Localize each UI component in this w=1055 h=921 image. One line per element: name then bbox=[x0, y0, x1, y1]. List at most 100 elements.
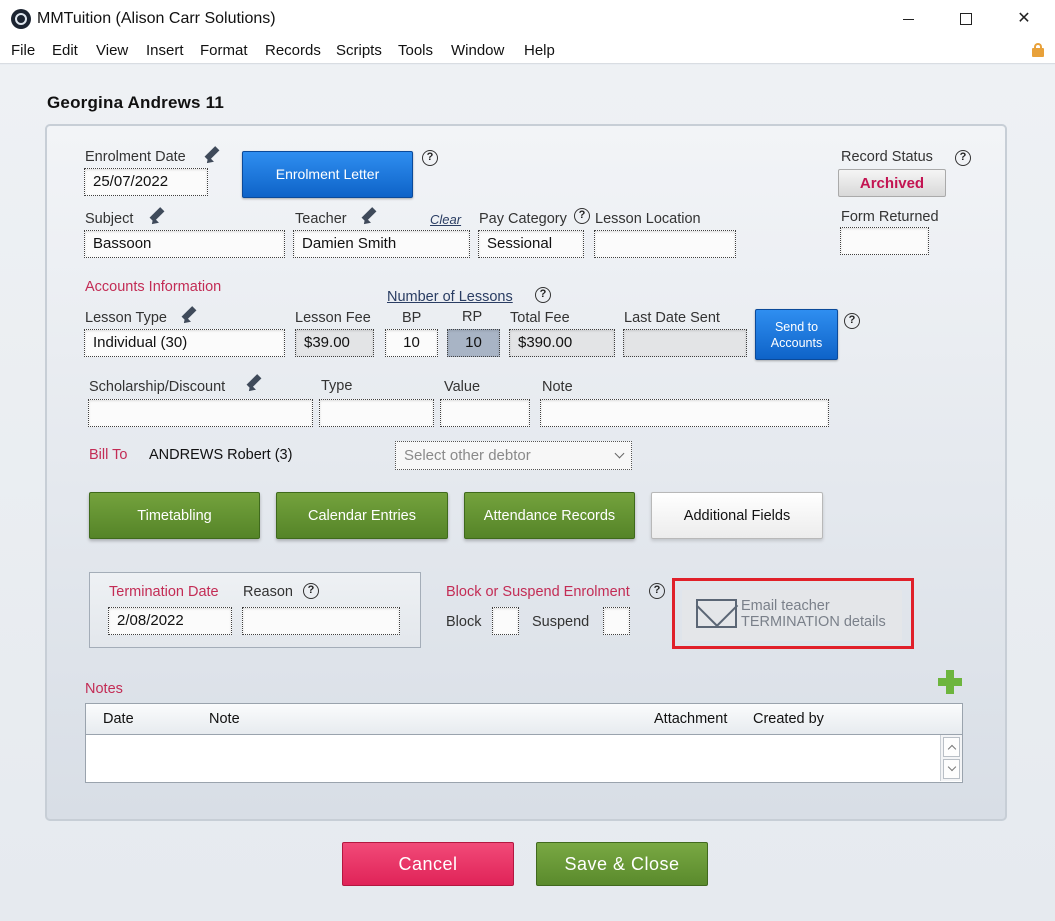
block-label: Block bbox=[446, 614, 482, 630]
scholarship-label: Scholarship/Discount bbox=[89, 379, 226, 395]
menu-scripts[interactable]: Scripts bbox=[336, 42, 382, 59]
minimize-icon bbox=[902, 19, 914, 20]
block-suspend-label: Block or Suspend Enrolment bbox=[446, 584, 630, 600]
help-icon[interactable]: ? bbox=[844, 313, 860, 329]
chevron-down-icon bbox=[614, 448, 625, 459]
bill-to-label: Bill To bbox=[89, 447, 128, 463]
column-header-created-by[interactable]: Created by bbox=[753, 711, 824, 727]
clear-teacher-link[interactable]: Clear bbox=[430, 212, 461, 227]
column-header-note[interactable]: Note bbox=[209, 711, 240, 727]
bp-field[interactable]: 10 bbox=[385, 329, 438, 357]
menu-window[interactable]: Window bbox=[451, 42, 504, 59]
menu-view[interactable]: View bbox=[96, 42, 128, 59]
lesson-type-label: Lesson Type bbox=[85, 310, 167, 326]
app-logo-icon bbox=[11, 9, 31, 29]
scholarship-type-label: Type bbox=[321, 378, 353, 394]
help-icon[interactable]: ? bbox=[649, 583, 665, 599]
help-icon[interactable]: ? bbox=[303, 583, 319, 599]
other-debtor-select[interactable]: Select other debtor bbox=[395, 441, 632, 470]
help-icon[interactable]: ? bbox=[535, 287, 551, 303]
number-of-lessons-label: Number of Lessons bbox=[387, 289, 513, 305]
lesson-location-label: Lesson Location bbox=[595, 211, 701, 227]
attendance-records-button[interactable]: Attendance Records bbox=[464, 492, 635, 539]
last-date-sent-field bbox=[623, 329, 747, 357]
record-status-label: Record Status bbox=[841, 149, 933, 165]
termination-reason-field[interactable] bbox=[242, 607, 400, 635]
scroll-up-icon[interactable] bbox=[943, 737, 960, 757]
pencil-icon[interactable] bbox=[148, 206, 168, 227]
menu-insert[interactable]: Insert bbox=[146, 42, 184, 59]
form-returned-field[interactable] bbox=[840, 227, 929, 255]
minimize-button[interactable] bbox=[885, 4, 931, 34]
last-date-sent-label: Last Date Sent bbox=[624, 310, 720, 326]
termination-reason-label: Reason bbox=[243, 584, 293, 600]
teacher-field[interactable]: Damien Smith bbox=[293, 230, 470, 258]
maximize-button[interactable] bbox=[943, 4, 989, 34]
pay-category-label: Pay Category bbox=[479, 211, 567, 227]
enrolment-date-label: Enrolment Date bbox=[85, 149, 186, 165]
pay-category-field[interactable]: Sessional bbox=[478, 230, 584, 258]
scholarship-value-label: Value bbox=[444, 379, 481, 395]
subject-field[interactable]: Bassoon bbox=[84, 230, 285, 258]
accounts-section-label: Accounts Information bbox=[85, 279, 222, 295]
bp-label: BP bbox=[402, 310, 422, 326]
scholarship-field[interactable] bbox=[88, 399, 313, 427]
title-bar: MMTuition (Alison Carr Solutions) ✕ bbox=[0, 0, 1055, 38]
menu-help[interactable]: Help bbox=[524, 42, 555, 59]
total-fee-label: Total Fee bbox=[510, 310, 570, 326]
teacher-label: Teacher bbox=[295, 211, 347, 227]
bill-to-value: ANDREWS Robert (3) bbox=[149, 447, 293, 463]
save-close-button[interactable]: Save & Close bbox=[536, 842, 708, 886]
menu-records[interactable]: Records bbox=[265, 42, 321, 59]
column-header-date[interactable]: Date bbox=[103, 711, 134, 727]
menu-edit[interactable]: Edit bbox=[52, 42, 78, 59]
add-note-plus-icon[interactable] bbox=[938, 670, 962, 694]
form-returned-label: Form Returned bbox=[841, 209, 939, 225]
other-debtor-placeholder: Select other debtor bbox=[404, 447, 531, 464]
notes-label: Notes bbox=[85, 681, 123, 697]
subject-label: Subject bbox=[85, 211, 134, 227]
close-window-button[interactable]: ✕ bbox=[1001, 4, 1047, 34]
lesson-type-field[interactable]: Individual (30) bbox=[84, 329, 285, 357]
lock-icon bbox=[1032, 43, 1044, 57]
timetabling-button[interactable]: Timetabling bbox=[89, 492, 260, 539]
menu-file[interactable]: File bbox=[11, 42, 35, 59]
send-to-accounts-button[interactable]: Send to Accounts bbox=[755, 309, 838, 360]
suspend-checkbox[interactable] bbox=[603, 607, 630, 635]
help-icon[interactable]: ? bbox=[422, 150, 438, 166]
scholarship-value-field[interactable] bbox=[440, 399, 530, 427]
cancel-button[interactable]: Cancel bbox=[342, 842, 514, 886]
pencil-icon[interactable] bbox=[203, 145, 223, 166]
pencil-icon[interactable] bbox=[180, 305, 200, 326]
scroll-down-icon[interactable] bbox=[943, 759, 960, 779]
enrolment-date-field[interactable]: 25/07/2022 bbox=[84, 168, 208, 196]
enrolment-letter-button[interactable]: Enrolment Letter bbox=[242, 151, 413, 198]
maximize-icon bbox=[960, 13, 972, 25]
calendar-entries-button[interactable]: Calendar Entries bbox=[276, 492, 448, 539]
scholarship-note-field[interactable] bbox=[540, 399, 829, 427]
termination-date-field[interactable]: 2/08/2022 bbox=[108, 607, 232, 635]
menu-tools[interactable]: Tools bbox=[398, 42, 433, 59]
highlight-box bbox=[672, 578, 914, 649]
record-title: Georgina Andrews 11 bbox=[47, 93, 225, 112]
total-fee-field: $390.00 bbox=[509, 329, 615, 357]
notes-scrollbar[interactable] bbox=[940, 735, 962, 781]
column-header-attachment[interactable]: Attachment bbox=[654, 711, 727, 727]
pencil-icon[interactable] bbox=[360, 206, 380, 227]
additional-fields-button[interactable]: Additional Fields bbox=[651, 492, 823, 539]
help-icon[interactable]: ? bbox=[574, 208, 590, 224]
notes-table: Date Note Attachment Created by bbox=[85, 703, 963, 783]
lesson-location-field[interactable] bbox=[594, 230, 736, 258]
block-checkbox[interactable] bbox=[492, 607, 519, 635]
help-icon[interactable]: ? bbox=[955, 150, 971, 166]
termination-date-label: Termination Date bbox=[109, 584, 219, 600]
menu-bar: File Edit View Insert Format Records Scr… bbox=[0, 38, 1055, 64]
pencil-icon[interactable] bbox=[245, 373, 265, 394]
send-button-line2: Accounts bbox=[770, 336, 823, 350]
rp-label: RP bbox=[462, 309, 483, 325]
scholarship-type-field[interactable] bbox=[319, 399, 434, 427]
menu-format[interactable]: Format bbox=[200, 42, 248, 59]
window-title: MMTuition (Alison Carr Solutions) bbox=[37, 10, 276, 27]
rp-field[interactable]: 10 bbox=[447, 329, 500, 357]
suspend-label: Suspend bbox=[532, 614, 590, 630]
